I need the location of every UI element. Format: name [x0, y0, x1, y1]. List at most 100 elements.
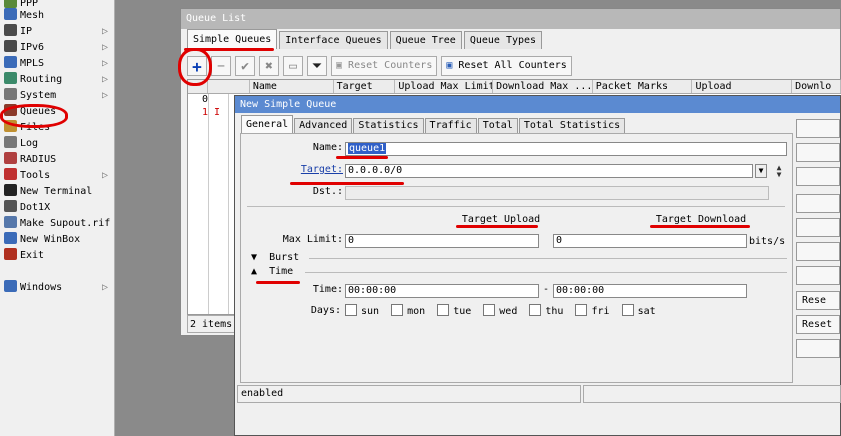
col-download[interactable]: Downlo — [792, 80, 841, 93]
tab-general[interactable]: General — [241, 115, 294, 133]
submenu-arrow-icon: ▷ — [101, 170, 108, 181]
checkbox[interactable] — [391, 304, 404, 316]
tab-queue-tree[interactable]: Queue Tree — [389, 31, 462, 49]
name-field[interactable]: queue1 — [345, 142, 787, 156]
col-upload-max-limit[interactable]: Upload Max Limit — [395, 80, 494, 93]
col-name[interactable]: Name — [250, 80, 334, 93]
day-mon[interactable]: mon — [391, 304, 425, 317]
checkbox[interactable] — [529, 304, 542, 316]
torch-button[interactable] — [796, 339, 840, 358]
tools-icon — [4, 168, 17, 180]
mesh-icon — [4, 8, 17, 20]
checkbox[interactable] — [575, 304, 588, 316]
tab-interface-queues[interactable]: Interface Queues — [279, 31, 388, 49]
tab-queue-types[interactable]: Queue Types — [463, 31, 543, 49]
menu-item-label: RADIUS — [20, 154, 57, 165]
day-label: tue — [453, 306, 472, 317]
menu-item-new-winbox[interactable]: New WinBox — [4, 232, 112, 248]
max-limit-upload-field[interactable]: 0 — [345, 234, 539, 248]
chevron-down-icon: ▼ — [776, 170, 782, 179]
col-flag[interactable] — [208, 80, 250, 93]
reset-counters-button[interactable]: Rese — [796, 291, 840, 310]
apply-button[interactable] — [796, 167, 840, 186]
remove-button[interactable]: − — [211, 56, 231, 76]
enable-button[interactable]: ✔ — [235, 56, 255, 76]
day-sat[interactable]: sat — [621, 304, 656, 317]
comment-button[interactable] — [796, 218, 840, 237]
day-label: wed — [499, 306, 518, 317]
day-fri[interactable]: fri — [575, 304, 610, 317]
submenu-arrow-icon: ▷ — [101, 90, 108, 101]
time-dash: - — [543, 284, 550, 295]
annotation-underline-simple-queues — [184, 48, 274, 51]
menu-item-label: Exit — [20, 250, 45, 261]
name-label: Name: — [312, 142, 343, 153]
tab-simple-queues[interactable]: Simple Queues — [187, 29, 278, 49]
col-target[interactable]: Target — [334, 80, 396, 93]
checkbox[interactable] — [437, 304, 450, 316]
dialog-title[interactable]: New Simple Queue — [235, 96, 840, 113]
reset-all-counters-button[interactable]: ▣ Reset All Counters — [441, 56, 572, 76]
filter-button[interactable]: ⏷ — [307, 56, 327, 76]
copy-button[interactable] — [796, 242, 840, 261]
menu-item-mpls[interactable]: MPLS ▷ — [4, 56, 112, 72]
submenu-arrow-icon: ▷ — [101, 58, 108, 69]
disable-button[interactable] — [796, 194, 840, 213]
day-thu[interactable]: thu — [529, 304, 563, 317]
time-to-field[interactable]: 00:00:00 — [553, 284, 747, 298]
minus-icon: − — [217, 58, 225, 74]
comment-button[interactable]: ▭ — [283, 56, 303, 76]
menu-item-ipv6[interactable]: IPv6 ▷ — [4, 40, 112, 56]
tab-total[interactable]: Total — [477, 118, 518, 133]
checkbox[interactable] — [483, 304, 496, 316]
menu-item-log[interactable]: Log — [4, 136, 112, 152]
menu-item-make-supout-rif[interactable]: Make Supout.rif — [4, 216, 112, 232]
supout-icon — [4, 216, 17, 228]
menu-item-windows[interactable]: Windows ▷ — [4, 280, 112, 296]
menu-item-routing[interactable]: Routing ▷ — [4, 72, 112, 88]
menu-item-ip[interactable]: IP ▷ — [4, 24, 112, 40]
menu-item-tools[interactable]: Tools ▷ — [4, 168, 112, 184]
submenu-arrow-icon: ▷ — [101, 26, 108, 37]
time-toggle[interactable]: ▲ Time — [251, 266, 293, 277]
submenu-arrow-icon: ▷ — [101, 42, 108, 53]
max-limit-download-field[interactable]: 0 — [553, 234, 747, 248]
day-tue[interactable]: tue — [437, 304, 472, 317]
menu-item-exit[interactable]: Exit — [4, 248, 112, 264]
remove-button[interactable] — [796, 266, 840, 285]
target-updown[interactable]: ▲ ▼ — [774, 164, 784, 179]
status-bar-right — [583, 385, 841, 403]
menu-item-mesh[interactable]: Mesh — [4, 8, 112, 24]
reset-counters-button[interactable]: ▣ Reset Counters — [331, 56, 438, 76]
menu-item-system[interactable]: System ▷ — [4, 88, 112, 104]
col-download-max[interactable]: Download Max ... — [493, 80, 593, 93]
ok-button[interactable] — [796, 119, 840, 138]
col-packet-marks[interactable]: Packet Marks — [593, 80, 693, 93]
dst-field[interactable] — [345, 186, 769, 200]
menu-item-dot1x[interactable]: Dot1X — [4, 200, 112, 216]
checkbox[interactable] — [345, 304, 357, 316]
menu-item-radius[interactable]: RADIUS — [4, 152, 112, 168]
cancel-button[interactable] — [796, 143, 840, 162]
day-wed[interactable]: wed — [483, 304, 518, 317]
day-sun[interactable]: sun — [345, 304, 379, 317]
tab-statistics[interactable]: Statistics — [353, 118, 424, 133]
menu-item-new-terminal[interactable]: New Terminal — [4, 184, 112, 200]
reset-all-counters-button[interactable]: Reset — [796, 315, 840, 334]
target-upload-label: Target Upload — [461, 214, 541, 225]
tab-traffic[interactable]: Traffic — [424, 118, 477, 133]
window-title[interactable]: Queue List — [181, 9, 840, 29]
time-from-field[interactable]: 00:00:00 — [345, 284, 539, 298]
tab-advanced[interactable]: Advanced — [294, 118, 353, 133]
time-section-label: Time — [269, 266, 294, 277]
checkbox[interactable] — [621, 304, 634, 316]
burst-toggle[interactable]: ▼ Burst — [251, 252, 299, 263]
menu-item-label: Dot1X — [20, 202, 51, 213]
target-field[interactable]: 0.0.0.0/0 — [345, 164, 753, 178]
target-label[interactable]: Target: — [281, 164, 343, 175]
tab-total-statistics[interactable]: Total Statistics — [518, 118, 626, 133]
target-dropdown[interactable]: ▼ — [755, 164, 767, 178]
col-upload[interactable]: Upload — [692, 80, 793, 93]
disable-button[interactable]: ✖ — [259, 56, 279, 76]
queue-list-tabs: Simple Queues Interface Queues Queue Tre… — [187, 29, 544, 49]
